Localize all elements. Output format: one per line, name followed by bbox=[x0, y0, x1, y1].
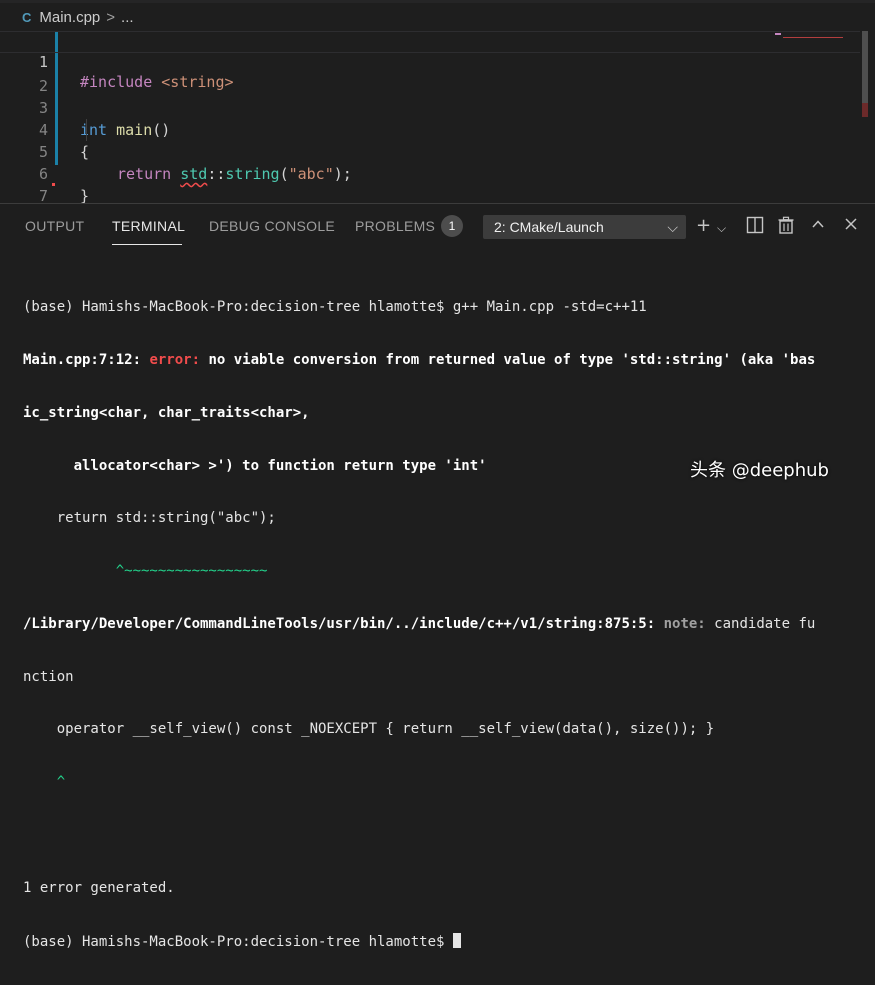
minimap[interactable] bbox=[775, 31, 860, 43]
code-line-5[interactable]: 5 return std::string("abc"); bbox=[0, 119, 860, 183]
trash-icon[interactable] bbox=[777, 216, 795, 239]
cpp-file-icon: C bbox=[22, 9, 32, 25]
tab-output[interactable]: OUTPUT bbox=[25, 218, 84, 234]
code-line-4[interactable]: 4 { bbox=[0, 97, 860, 161]
scrollbar-error-mark bbox=[862, 103, 868, 117]
breadcrumb: C Main.cpp > ... bbox=[0, 3, 875, 31]
terminal-line: (base) Hamishs-MacBook-Pro:decision-tree… bbox=[23, 299, 647, 316]
tab-debug-console[interactable]: DEBUG CONSOLE bbox=[209, 218, 335, 234]
breadcrumb-file[interactable]: Main.cpp bbox=[39, 9, 100, 26]
code-line-1[interactable]: 1 #include <string> bbox=[0, 31, 860, 91]
terminal-line: ic_string<char, char_traits<char>, bbox=[23, 404, 310, 421]
chevron-down-icon[interactable]: ⌵ bbox=[717, 218, 726, 238]
error-marker bbox=[52, 183, 55, 186]
panel-tabs: OUTPUT TERMINAL DEBUG CONSOLE PROBLEMS 1… bbox=[0, 204, 875, 248]
terminal-line: operator __self_view() const _NOEXCEPT {… bbox=[23, 721, 715, 738]
terminal-line: return std::string("abc"); bbox=[23, 510, 276, 527]
code-line-2[interactable]: 2 bbox=[0, 53, 860, 95]
code-line-7[interactable]: 7 bbox=[0, 163, 860, 205]
terminal-prompt-line: (base) Hamishs-MacBook-Pro:decision-tree… bbox=[23, 932, 863, 951]
editor-scrollbar[interactable] bbox=[862, 31, 868, 103]
bottom-panel: OUTPUT TERMINAL DEBUG CONSOLE PROBLEMS 1… bbox=[0, 203, 875, 950]
error-location: Main.cpp:7:12: bbox=[23, 351, 150, 368]
add-terminal-icon[interactable]: + bbox=[696, 216, 711, 236]
terminal-select[interactable]: 2: CMake/Launch ⌵ bbox=[483, 215, 686, 239]
error-message: no viable conversion from returned value… bbox=[200, 351, 816, 368]
note-message: candidate fu bbox=[705, 615, 816, 632]
problems-count-badge: 1 bbox=[441, 215, 463, 237]
terminal-line: Main.cpp:7:12: error: no viable conversi… bbox=[23, 352, 863, 370]
terminal-line: 1 error generated. bbox=[23, 879, 175, 896]
terminal-line: ^~~~~~~~~~~~~~~~~~ bbox=[23, 563, 268, 580]
terminal-prompt: (base) Hamishs-MacBook-Pro:decision-tree… bbox=[23, 933, 453, 950]
terminal-output[interactable]: (base) Hamishs-MacBook-Pro:decision-tree… bbox=[23, 264, 863, 985]
tab-terminal[interactable]: TERMINAL bbox=[112, 218, 185, 234]
note-label: note: bbox=[663, 615, 706, 632]
terminal-line: /Library/Developer/CommandLineTools/usr/… bbox=[23, 616, 863, 634]
terminal-select-value: 2: CMake/Launch bbox=[494, 219, 604, 235]
close-icon[interactable] bbox=[843, 216, 859, 237]
terminal-line: nction bbox=[23, 668, 74, 685]
tab-problems[interactable]: PROBLEMS bbox=[355, 218, 435, 234]
chevron-up-icon[interactable] bbox=[810, 216, 826, 237]
note-location: /Library/Developer/CommandLineTools/usr/… bbox=[23, 615, 664, 632]
split-terminal-icon[interactable] bbox=[746, 216, 764, 239]
code-line-6[interactable]: 6 } bbox=[0, 141, 860, 205]
terminal-cursor bbox=[452, 932, 461, 948]
breadcrumb-more[interactable]: ... bbox=[121, 9, 134, 26]
active-tab-indicator bbox=[112, 244, 182, 245]
chevron-down-icon: ⌵ bbox=[667, 219, 678, 235]
watermark: 头条 @deephub bbox=[690, 460, 829, 481]
error-label: error: bbox=[149, 351, 201, 368]
code-editor[interactable]: 1 #include <string> 2 3 int main() 4 { 5… bbox=[0, 31, 875, 205]
breadcrumb-separator: > bbox=[106, 8, 116, 26]
terminal-line: ^ bbox=[23, 774, 66, 791]
code-line-3[interactable]: 3 int main() bbox=[0, 75, 860, 139]
